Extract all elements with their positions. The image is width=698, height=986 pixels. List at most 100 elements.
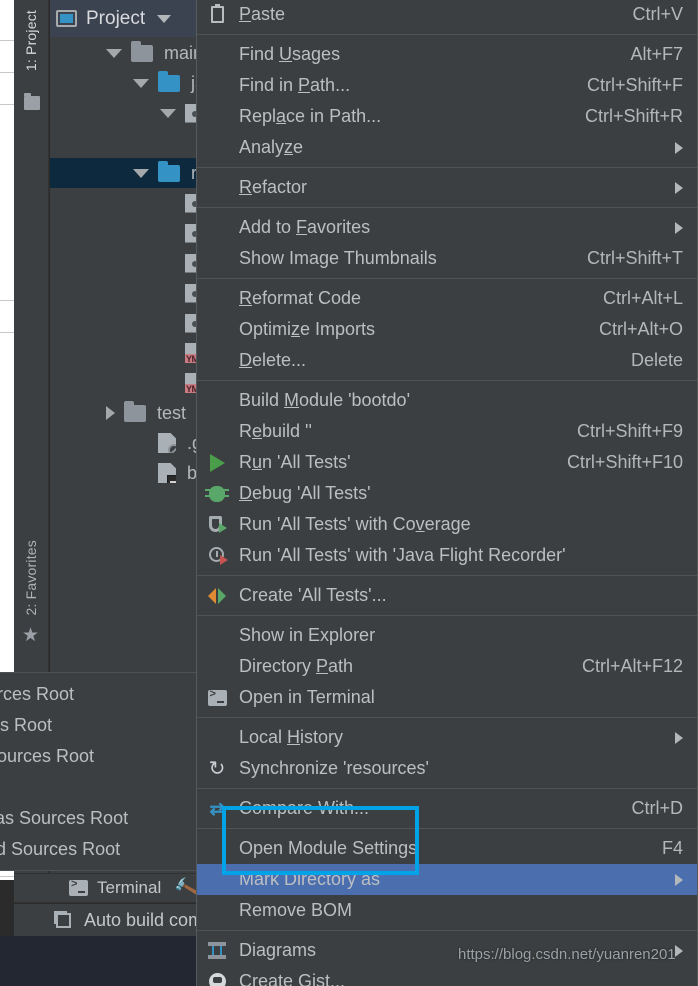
- submenu-arrow-icon: [675, 731, 683, 744]
- context-menu-item-label: Debug 'All Tests': [239, 483, 371, 503]
- context-menu-item[interactable]: Add to Favorites: [197, 212, 697, 243]
- context-menu-item-label: Open Module Settings: [239, 838, 418, 858]
- context-menu-item-label: Mark Directory as: [239, 869, 381, 889]
- context-menu-item-label: Synchronize 'resources': [239, 758, 429, 778]
- context-menu-item[interactable]: Find Usages Alt+F7: [197, 39, 697, 70]
- context-menu-item[interactable]: Reformat Code Ctrl+Alt+L: [197, 283, 697, 314]
- gitignore-file-icon: [158, 433, 176, 453]
- context-menu-item-label: Find Usages: [239, 44, 341, 64]
- context-menu-item[interactable]: Replace in Path... Ctrl+Shift+R: [197, 101, 697, 132]
- flight-recorder-icon: [203, 545, 231, 567]
- project-context-menu[interactable]: Paste Ctrl+V Find Usages Alt+F7 Find in Path…: [196, 0, 698, 986]
- context-menu-item-label: Delete...: [239, 350, 307, 370]
- context-menu-item-shortcut: Ctrl+Shift+F9: [576, 421, 683, 441]
- context-menu-item[interactable]: Rebuild '' Ctrl+Shift+F9: [197, 416, 697, 447]
- menu-icon-placeholder: [203, 656, 231, 678]
- context-menu-item[interactable]: Show in Explorer: [197, 620, 697, 651]
- context-menu-item[interactable]: Paste Ctrl+V: [197, 0, 697, 30]
- context-menu-item[interactable]: Create 'All Tests'...: [197, 580, 697, 611]
- submenu-item[interactable]: t Sources Root: [0, 679, 197, 710]
- source-folder-icon: [158, 70, 180, 92]
- context-menu-item[interactable]: Run 'All Tests' with 'Java Flight Record…: [197, 540, 697, 571]
- submenu-item[interactable]: t Resources Root: [0, 741, 197, 772]
- menu-icon-placeholder: [203, 248, 231, 270]
- context-menu-item-label: Paste: [239, 4, 286, 24]
- context-menu-item[interactable]: Find in Path... Ctrl+Shift+F: [197, 70, 697, 101]
- context-menu-item[interactable]: Remove BOM: [197, 895, 697, 926]
- menu-separator: [197, 278, 697, 279]
- folder-icon: [24, 93, 40, 110]
- submenu-arrow-icon: [675, 873, 683, 886]
- submenu-item-label: nark as Sources Root: [0, 808, 129, 828]
- folder-icon: [131, 40, 153, 62]
- context-menu-item-shortcut: Ctrl+Shift+F10: [566, 452, 683, 472]
- menu-separator: [197, 575, 697, 576]
- menu-icon-placeholder: [203, 177, 231, 199]
- context-menu-item-label: Show in Explorer: [239, 625, 376, 645]
- submenu-item[interactable]: nark as Sources Root: [0, 803, 197, 834]
- context-menu-item[interactable]: Delete... Delete: [197, 345, 697, 376]
- terminal-label: Terminal: [97, 878, 162, 897]
- toolwindow-button-favorites[interactable]: 2: Favorites: [23, 540, 39, 616]
- menu-icon-placeholder: [203, 137, 231, 159]
- run-icon: [203, 452, 231, 474]
- context-menu-item[interactable]: Create Gist...: [197, 966, 697, 986]
- terminal-icon: [69, 878, 88, 896]
- project-panel-title: Project: [86, 7, 146, 29]
- context-menu-item[interactable]: ⇄ Compare With... Ctrl+D: [197, 793, 697, 824]
- chevron-down-icon[interactable]: [133, 168, 149, 178]
- source-folder-icon: [158, 160, 180, 182]
- menu-separator: [197, 167, 697, 168]
- menu-icon-placeholder: [203, 75, 231, 97]
- context-menu-item[interactable]: Analyze: [197, 132, 697, 163]
- context-menu-item[interactable]: Open in Terminal: [197, 682, 697, 713]
- context-menu-item[interactable]: Build Module 'bootdo': [197, 385, 697, 416]
- submenu-item-label: t Sources Root: [0, 684, 75, 704]
- context-menu-item[interactable]: Local History: [197, 722, 697, 753]
- context-menu-item[interactable]: Run 'All Tests' Ctrl+Shift+F10: [197, 447, 697, 478]
- context-menu-item-label: Rebuild '': [239, 421, 312, 441]
- context-menu-item-label: Run 'All Tests' with 'Java Flight Record…: [239, 545, 566, 565]
- menu-separator: [197, 380, 697, 381]
- context-menu-item[interactable]: Optimize Imports Ctrl+Alt+O: [197, 314, 697, 345]
- menu-separator: [197, 930, 697, 931]
- mark-directory-as-submenu[interactable]: t Sources Root ources Root t Resources Roo…: [0, 672, 198, 871]
- context-menu-item[interactable]: Directory Path Ctrl+Alt+F12: [197, 651, 697, 682]
- menu-icon-placeholder: [203, 106, 231, 128]
- menu-icon-placeholder: [203, 350, 231, 372]
- menu-separator: [197, 788, 697, 789]
- context-menu-item[interactable]: Debug 'All Tests': [197, 478, 697, 509]
- chevron-down-icon[interactable]: [106, 48, 122, 58]
- context-menu-item[interactable]: ↻ Synchronize 'resources': [197, 753, 697, 784]
- context-menu-item[interactable]: Open Module Settings F4: [197, 833, 697, 864]
- context-menu-item-label: Refactor: [239, 177, 308, 197]
- context-menu-item-shortcut: Ctrl+Alt+L: [602, 288, 683, 308]
- context-menu-item-label: Remove BOM: [239, 900, 353, 920]
- create-config-icon: [203, 585, 231, 607]
- chevron-down-icon[interactable]: [157, 14, 172, 23]
- menu-icon-placeholder: [203, 900, 231, 922]
- submenu-item[interactable]: uded: [0, 772, 197, 803]
- sync-icon: ↻: [208, 757, 226, 780]
- context-menu-item[interactable]: Show Image Thumbnails Ctrl+Shift+T: [197, 243, 697, 274]
- submenu-item-label: t Resources Root: [0, 746, 95, 766]
- menu-separator: [197, 615, 697, 616]
- submenu-item[interactable]: erated Sources Root: [0, 834, 197, 865]
- chevron-down-icon[interactable]: [160, 108, 176, 118]
- chevron-down-icon[interactable]: [133, 78, 149, 88]
- chevron-right-icon[interactable]: [106, 406, 115, 420]
- context-menu-item-shortcut: Ctrl+D: [631, 798, 683, 818]
- iml-file-icon: [158, 463, 176, 483]
- menu-icon-placeholder: [203, 319, 231, 341]
- project-window-icon: [56, 10, 77, 27]
- terminal-icon: [203, 687, 231, 709]
- debug-icon: [203, 483, 231, 505]
- context-menu-item[interactable]: Refactor: [197, 172, 697, 203]
- submenu-arrow-icon: [675, 221, 683, 234]
- toolwindow-button-project[interactable]: 1: Project: [23, 10, 39, 71]
- context-menu-item[interactable]: Run 'All Tests' with Coverage: [197, 509, 697, 540]
- submenu-item[interactable]: ources Root: [0, 710, 197, 741]
- context-menu-item-shortcut: Ctrl+Alt+F12: [581, 656, 683, 676]
- context-menu-item[interactable]: Mark Directory as: [197, 864, 697, 895]
- menu-icon-placeholder: [203, 421, 231, 443]
